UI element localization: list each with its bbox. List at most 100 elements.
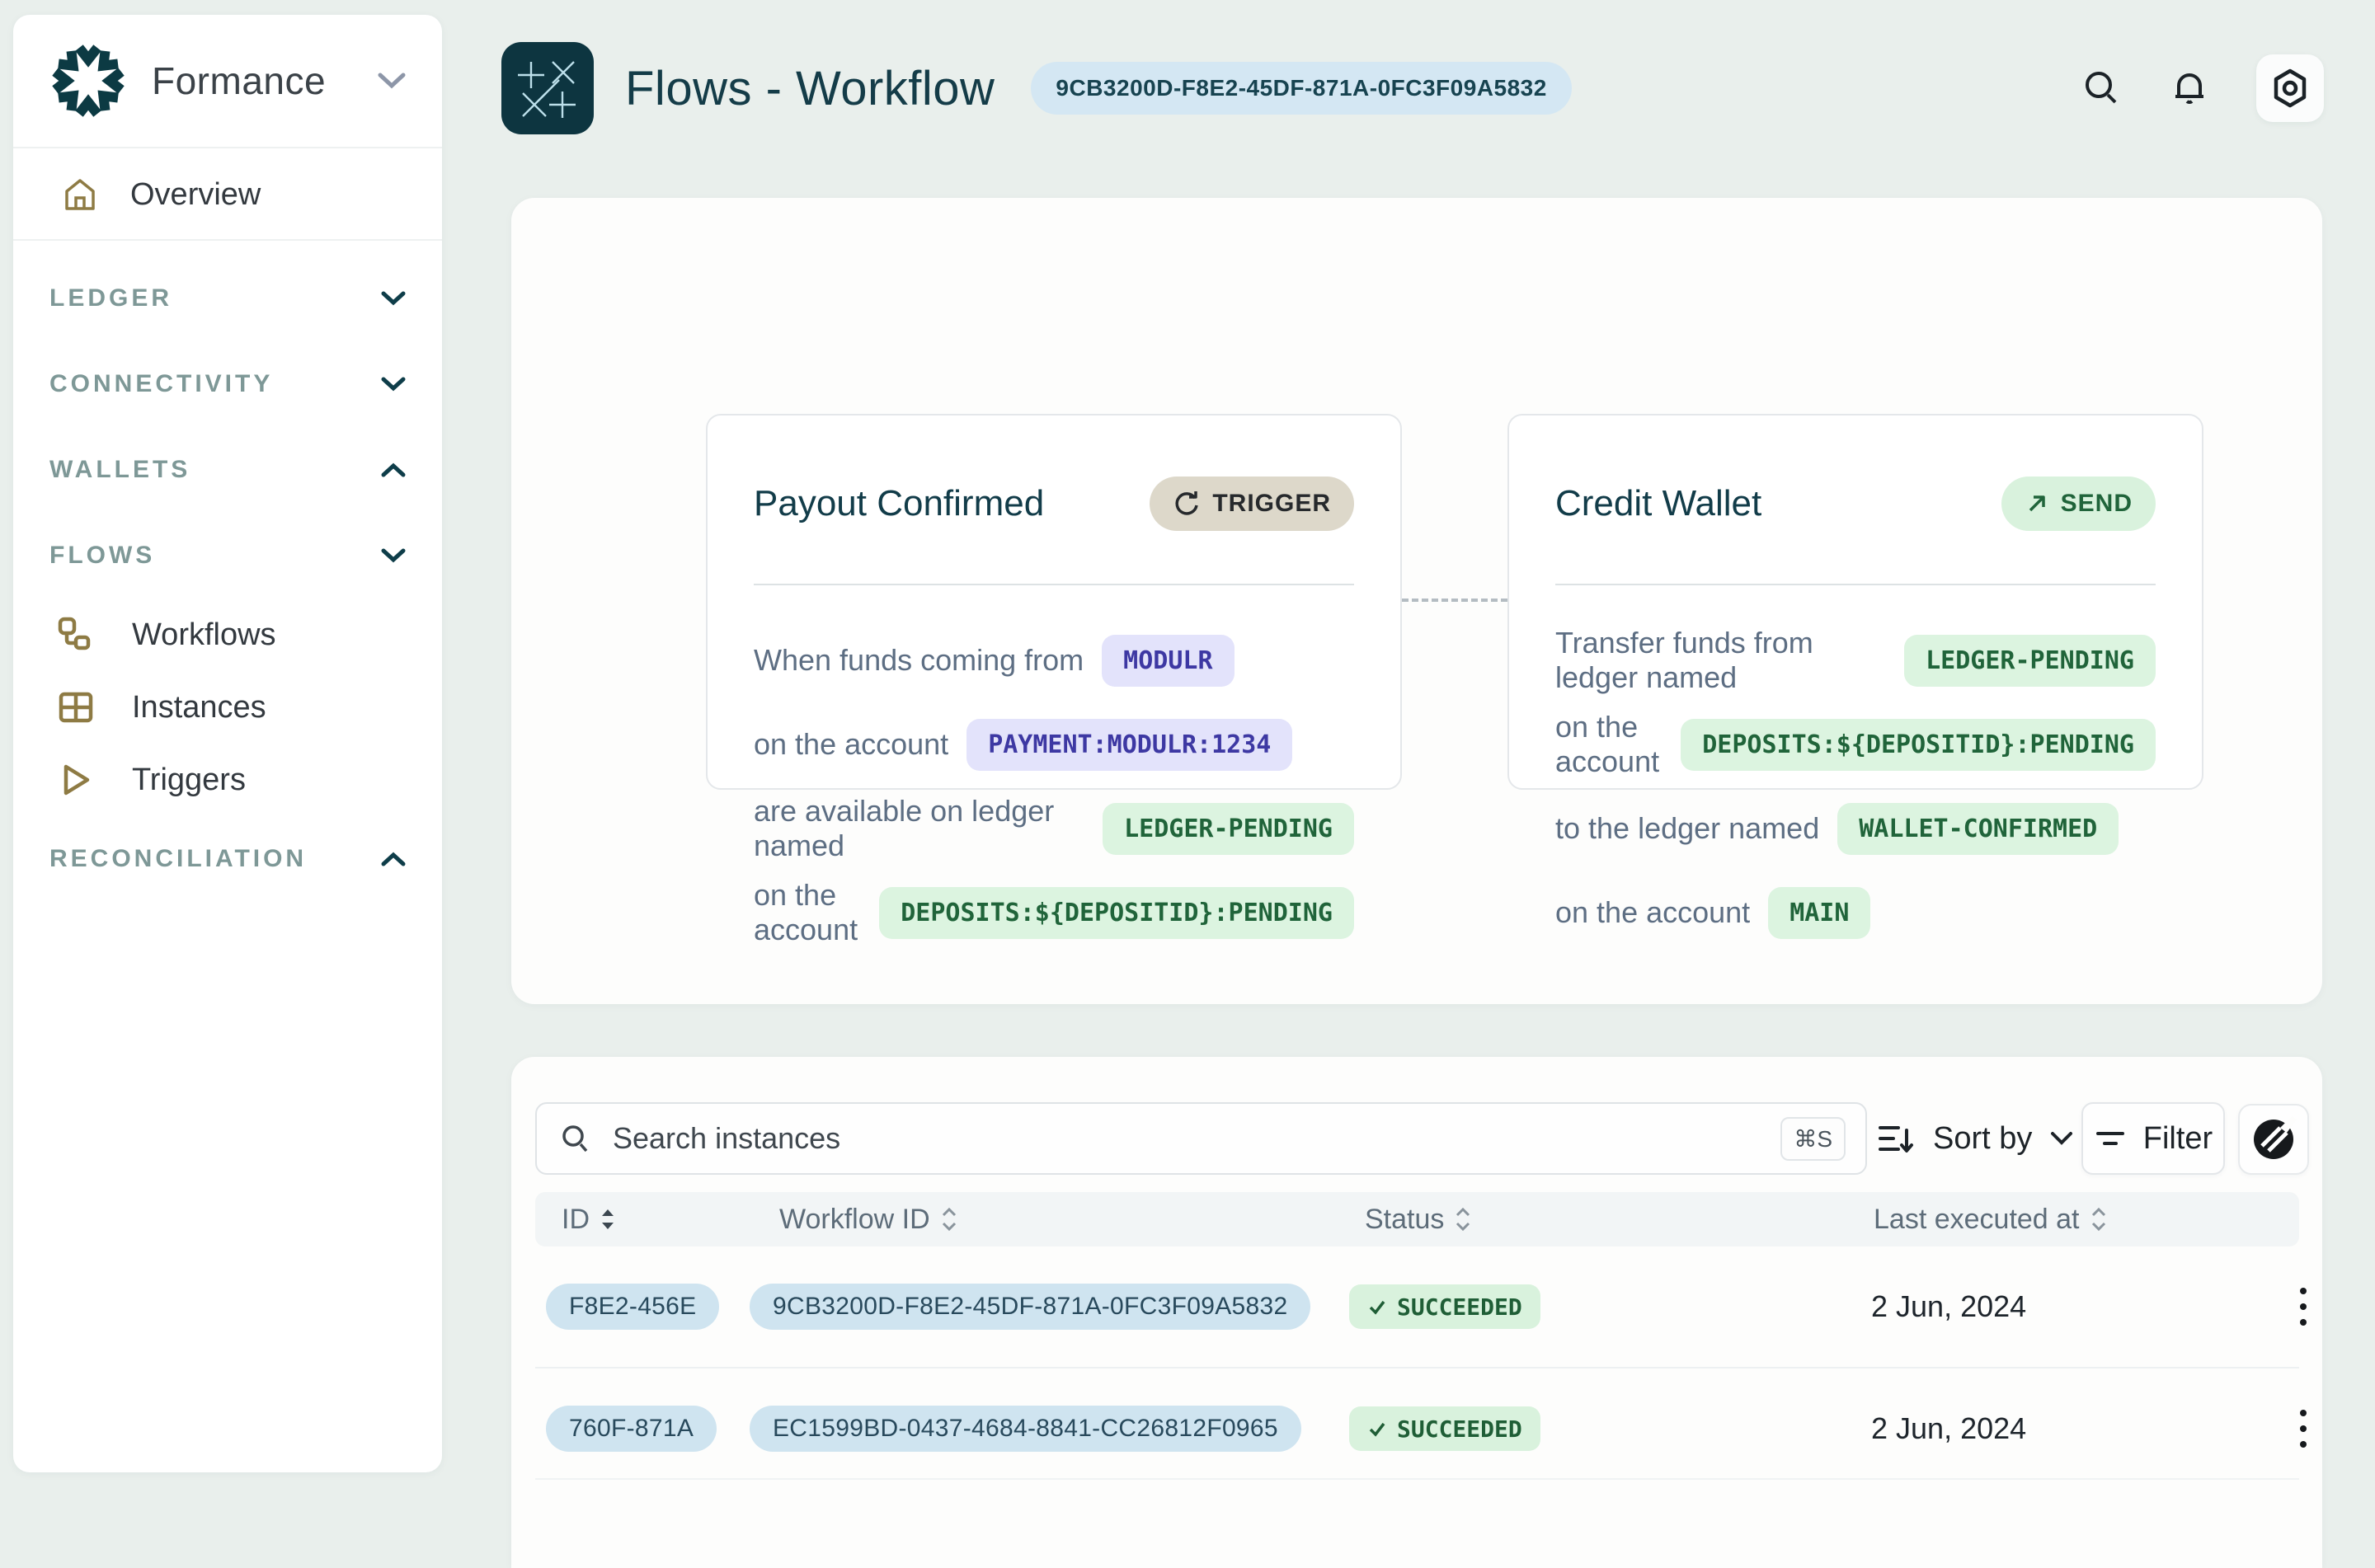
chevron-up-icon [381, 852, 406, 866]
sidebar-section-connectivity[interactable]: CONNECTIVITY [49, 341, 406, 427]
line-text: to the ledger named [1555, 811, 1819, 846]
rule-line: on the account DEPOSITS:${DEPOSITID}:PEN… [754, 871, 1354, 955]
search-input[interactable] [613, 1121, 1761, 1156]
filter-button[interactable]: Filter [2081, 1102, 2225, 1175]
sort-lines-icon [1877, 1122, 1915, 1155]
value-chip: DEPOSITS:${DEPOSITID}:PENDING [879, 887, 1354, 939]
sidebar-item-label: Overview [130, 177, 261, 213]
rule-line: to the ledger named WALLET-CONFIRMED [1555, 786, 2156, 871]
section-label: RECONCILIATION [49, 845, 307, 873]
edit-view-button[interactable] [2238, 1104, 2309, 1175]
section-label: CONNECTIVITY [49, 370, 273, 398]
send-badge: SEND [2001, 477, 2156, 531]
status-badge: SUCCEEDED [1349, 1284, 1540, 1329]
check-icon [1367, 1419, 1387, 1439]
sort-chevrons-icon [1454, 1207, 1472, 1232]
badge-label: SEND [2061, 490, 2133, 518]
edit-circle-icon [2250, 1116, 2297, 1162]
workflow-id-pill[interactable]: EC1599BD-0437-4684-8841-CC26812F0965 [750, 1406, 1301, 1452]
play-icon [56, 760, 96, 800]
status-badge: SUCCEEDED [1349, 1406, 1540, 1451]
badge-label: TRIGGER [1212, 490, 1331, 518]
rule-line: on the account PAYMENT:MODULR:1234 [754, 702, 1354, 786]
refresh-arrow-icon [1173, 490, 1201, 518]
rule-line: When funds coming from MODULR [754, 618, 1354, 702]
search-icon[interactable] [2081, 68, 2123, 109]
table-row[interactable]: F8E2-456E 9CB3200D-F8E2-45DF-871A-0FC3F0… [535, 1246, 2299, 1367]
sidebar-section-flows[interactable]: FLOWS [49, 513, 406, 599]
line-text: on the account [1555, 710, 1662, 779]
sidebar-item-triggers[interactable]: Triggers [49, 744, 406, 816]
sidebar: Formance Overview LEDGER CONNECTIVITY [13, 15, 442, 1472]
brand-name: Formance [152, 59, 326, 103]
menu-item-label: Triggers [132, 763, 246, 798]
column-header-status[interactable]: Status [1365, 1192, 1472, 1246]
sidebar-sections: LEDGER CONNECTIVITY WALLETS FLOWS [13, 242, 442, 902]
instance-id-pill[interactable]: F8E2-456E [546, 1284, 719, 1330]
value-chip: MODULR [1102, 635, 1234, 687]
rule-line: on the account DEPOSITS:${DEPOSITID}:PEN… [1555, 702, 2156, 786]
flow-connector-dashed [1402, 599, 1507, 602]
sort-by-control[interactable]: Sort by [1877, 1102, 2073, 1175]
table-row[interactable]: 760F-871A EC1599BD-0437-4684-8841-CC2681… [535, 1367, 2299, 1487]
last-executed-value: 2 Jun, 2024 [1871, 1368, 2026, 1489]
page-header: Flows - Workflow 9CB3200D-F8E2-45DF-871A… [501, 41, 2324, 135]
sort-triangles-icon [600, 1208, 616, 1231]
column-label: Status [1365, 1204, 1444, 1236]
card-header: Credit Wallet SEND [1555, 415, 2156, 585]
instances-panel: ⌘S Sort by Filter [511, 1057, 2322, 1568]
line-text: on the account [1555, 895, 1750, 930]
chevron-down-icon [381, 377, 406, 392]
column-header-workflow-id[interactable]: Workflow ID [779, 1192, 958, 1246]
value-chip: WALLET-CONFIRMED [1837, 803, 2119, 855]
sidebar-section-reconciliation[interactable]: RECONCILIATION [49, 816, 406, 902]
column-header-last-executed[interactable]: Last executed at [1874, 1192, 2108, 1246]
bell-icon[interactable] [2169, 68, 2210, 109]
row-menu-kebab-icon[interactable] [2287, 1404, 2320, 1453]
page-title: Flows - Workflow [625, 61, 995, 116]
line-text: When funds coming from [754, 643, 1084, 678]
home-icon [61, 176, 99, 214]
card-title: Credit Wallet [1555, 483, 1761, 524]
gear-icon [2269, 67, 2312, 110]
search-icon [558, 1121, 593, 1156]
arrow-up-right-icon [2025, 491, 2049, 516]
line-text: on the account [754, 727, 948, 762]
status-label: SUCCEEDED [1397, 1293, 1522, 1321]
section-label: WALLETS [49, 456, 190, 484]
filter-lines-icon [2094, 1126, 2127, 1151]
rule-line: are available on ledger named LEDGER-PEN… [754, 786, 1354, 871]
rule-line: Transfer funds from ledger named LEDGER-… [1555, 618, 2156, 702]
sidebar-item-workflows[interactable]: Workflows [49, 599, 406, 671]
chevron-down-icon [381, 291, 406, 306]
keyboard-shortcut-badge: ⌘S [1780, 1117, 1846, 1161]
chevron-down-icon [378, 73, 406, 89]
value-chip: MAIN [1768, 887, 1870, 939]
sidebar-item-overview[interactable]: Overview [13, 150, 442, 241]
sidebar-item-instances[interactable]: Instances [49, 671, 406, 744]
workflow-id-pill[interactable]: 9CB3200D-F8E2-45DF-871A-0FC3F09A5832 [750, 1284, 1310, 1330]
column-label: Workflow ID [779, 1204, 930, 1236]
instance-id-pill[interactable]: 760F-871A [546, 1406, 717, 1452]
chevron-down-icon [381, 548, 406, 563]
column-header-id[interactable]: ID [562, 1192, 616, 1246]
workflow-id-badge[interactable]: 9CB3200D-F8E2-45DF-871A-0FC3F09A5832 [1031, 62, 1571, 115]
filter-label: Filter [2143, 1121, 2213, 1157]
value-chip: LEDGER-PENDING [1103, 803, 1354, 855]
workflow-canvas: Payout Confirmed TRIGGER When funds comi… [511, 198, 2322, 1004]
flow-card-credit-wallet[interactable]: Credit Wallet SEND Transfer funds from l… [1507, 414, 2203, 790]
menu-item-label: Workflows [132, 617, 276, 653]
line-text: Transfer funds from ledger named [1555, 626, 1886, 695]
sidebar-section-ledger[interactable]: LEDGER [49, 256, 406, 341]
line-text: are available on ledger named [754, 794, 1084, 863]
flow-card-payout-confirmed[interactable]: Payout Confirmed TRIGGER When funds comi… [706, 414, 1402, 790]
search-instances-field[interactable]: ⌘S [535, 1102, 1867, 1175]
status-label: SUCCEEDED [1397, 1415, 1522, 1443]
sidebar-section-wallets[interactable]: WALLETS [49, 427, 406, 513]
row-menu-kebab-icon[interactable] [2287, 1282, 2320, 1331]
org-switcher[interactable]: Formance [13, 15, 442, 148]
card-title: Payout Confirmed [754, 483, 1044, 524]
value-chip: LEDGER-PENDING [1904, 635, 2156, 687]
instances-table-header: ID Workflow ID Status [535, 1192, 2299, 1246]
settings-button[interactable] [2256, 54, 2324, 122]
